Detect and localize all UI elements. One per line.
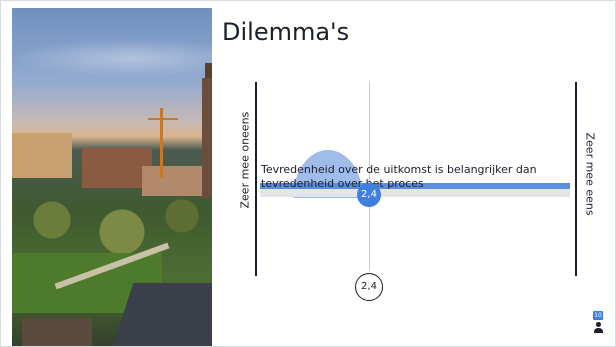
scale-left-boundary: [255, 82, 257, 276]
scale-right-label: Zeer mee eens: [583, 132, 597, 216]
scale-left-label: Zeer mee oneens: [238, 111, 252, 209]
statement-text: Tevredenheid over de uitkomst is belangr…: [261, 163, 537, 190]
respondents-indicator: 10: [589, 311, 607, 335]
mean-value-axis-label: 2,4: [355, 273, 383, 301]
person-icon: [593, 322, 603, 333]
respondent-count-badge: 10: [593, 311, 603, 320]
city-aerial-photo: [12, 8, 212, 346]
slide-title: Dilemma's: [222, 18, 350, 46]
mean-value-marker: 2,4: [357, 183, 381, 207]
scale-right-boundary: [575, 82, 577, 276]
